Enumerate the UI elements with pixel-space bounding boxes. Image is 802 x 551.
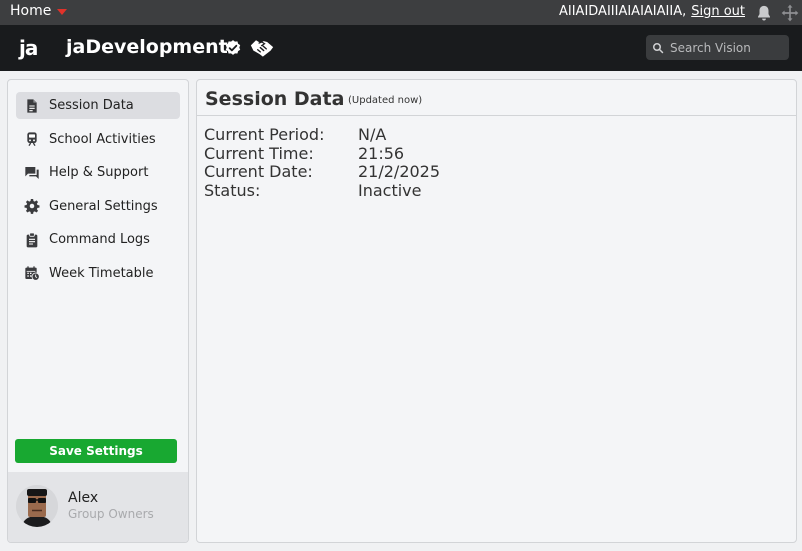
user-profile: Alex Group Owners (8, 472, 188, 542)
updated-status: (Updated now) (348, 95, 423, 106)
sidebar-item-label: Help & Support (49, 165, 149, 181)
search-input[interactable] (670, 40, 785, 55)
panel-header: Session Data (Updated now) (197, 80, 796, 116)
sidebar-item-label: Week Timetable (49, 265, 154, 281)
info-row-current-time: Current Time: 21:56 (204, 143, 440, 164)
train-icon (27, 132, 37, 147)
save-settings-button[interactable]: Save Settings (15, 439, 177, 463)
info-value: Inactive (358, 180, 422, 200)
sidebar-item-week-timetable[interactable]: Week Timetable (16, 260, 180, 287)
sidebar-item-general-settings[interactable]: General Settings (16, 193, 180, 220)
clipboard-icon (26, 232, 38, 248)
avatar (16, 485, 58, 527)
info-row-current-period: Current Period: N/A (204, 125, 440, 145)
search-box[interactable] (646, 35, 789, 60)
brand-bar: ja jaDevelopment (0, 25, 802, 71)
document-icon (27, 98, 37, 113)
info-row-current-date: Current Date: 21/2/2025 (204, 162, 441, 182)
info-label: Status: (204, 180, 261, 200)
calendar-clock-icon (25, 266, 40, 282)
sidebar-item-school-activities[interactable]: School Activities (16, 126, 180, 153)
home-label: Home (10, 3, 52, 19)
avatar-image (16, 485, 58, 527)
sidebar-nav: Session Data School Activities Help & Su… (16, 92, 180, 294)
chat-icon (25, 166, 39, 179)
info-row-status: Status: Inactive (204, 180, 440, 201)
user-info: AIIAIDAIIIAIAIAIAIIA, Sign out (559, 4, 745, 19)
gear-icon (24, 199, 40, 215)
info-label: Current Time: (204, 143, 314, 163)
info-value: N/A (358, 125, 387, 144)
sidebar-item-help-support[interactable]: Help & Support (16, 159, 180, 186)
session-data-panel: Session Data (Updated now) Current Perio… (196, 79, 797, 543)
sidebar-item-label: Session Data (49, 98, 134, 113)
sidebar-item-label: General Settings (49, 198, 158, 214)
verified-icon (225, 40, 241, 55)
profile-name: Alex (68, 490, 99, 506)
sidebar-item-label: Command Logs (49, 232, 150, 248)
info-label: Current Period: (204, 125, 325, 144)
sidebar-item-session-data[interactable]: Session Data (16, 92, 180, 119)
handshake-icon (250, 40, 274, 57)
sidebar-item-label: School Activities (49, 131, 156, 147)
group-name: jaDevelopment (66, 36, 228, 58)
sidebar: Session Data School Activities Help & Su… (7, 79, 189, 543)
home-menu[interactable]: Home (10, 3, 68, 19)
move-icon[interactable] (780, 3, 800, 23)
info-value: 21:56 (358, 143, 405, 163)
search-icon (653, 42, 664, 53)
top-bar: Home AIIAIDAIIIAIAIAIAIIA, Sign out (0, 0, 802, 25)
profile-role: Group Owners (68, 507, 154, 521)
page-title: Session Data (205, 88, 345, 110)
info-value: 21/2/2025 (358, 162, 441, 181)
session-info: Current Period: N/A Current Time: 21:56 … (204, 125, 441, 201)
sign-out-link[interactable]: Sign out (691, 4, 745, 19)
sidebar-item-command-logs[interactable]: Command Logs (16, 226, 180, 253)
ja-logo[interactable]: ja (19, 36, 38, 60)
bell-icon[interactable] (755, 4, 773, 22)
dropdown-caret-icon (57, 9, 68, 15)
username: AIIAIDAIIIAIAIAIAIIA, (558, 4, 687, 19)
info-label: Current Date: (204, 162, 313, 181)
